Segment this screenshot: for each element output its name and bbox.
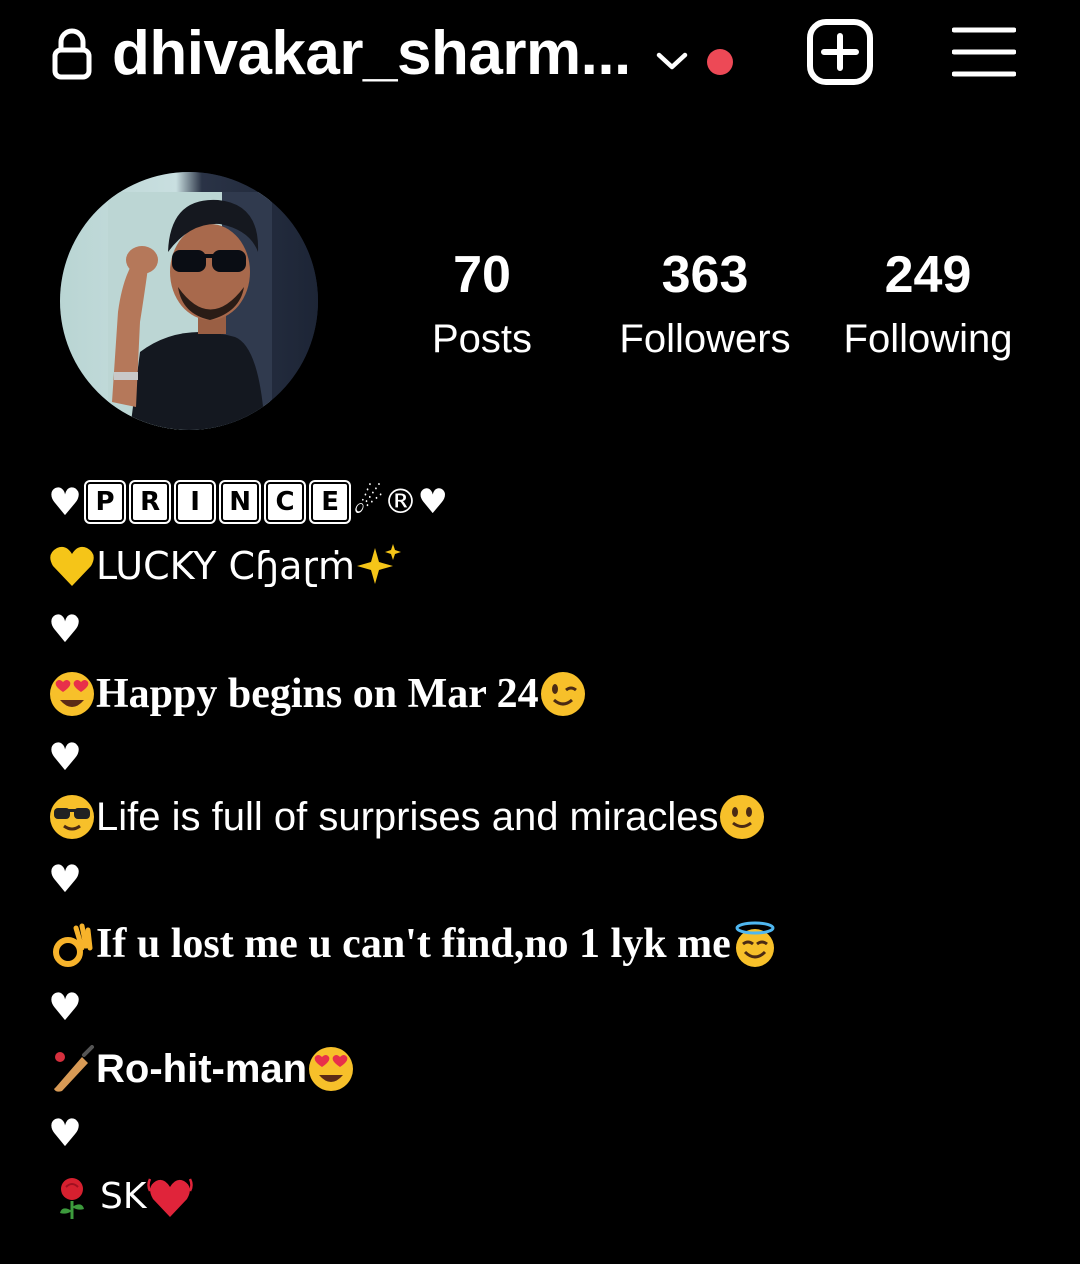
lock-icon: [52, 28, 92, 80]
heart-glyph: ♥: [48, 1111, 83, 1155]
posts-count[interactable]: 70 Posts: [382, 240, 582, 368]
winking-emoji-icon: [540, 672, 585, 716]
bio-line-lost: If u lost me u can't find,no 1 lyk me: [48, 910, 1048, 978]
bio-line-life: Life is full of surprises and miracles: [48, 786, 1048, 848]
heart-glyph: ♥: [48, 857, 83, 901]
posts-value: 70: [453, 246, 511, 304]
bio-line-heart: ♥: [48, 848, 1048, 910]
bio-prefix: ♥: [48, 480, 83, 524]
bio-line-rohitman: Ro-hit-man: [48, 1036, 1048, 1102]
sunglasses-emoji-icon: [50, 795, 94, 839]
boxed-letter: P: [86, 482, 125, 522]
heart-glyph: ♥: [48, 735, 83, 779]
bio-suffix: ☄®♥: [353, 482, 449, 522]
followers-label: Followers: [619, 317, 791, 361]
bio-line-happy: Happy begins on Mar 24: [48, 660, 1048, 728]
bio: ♥ P R I N C E ☄®♥ LUCKY Cɧaɽṁ ♥ Happy be…: [48, 470, 1048, 1230]
ok-hand-icon: [53, 923, 93, 967]
yellow-heart-icon: [50, 546, 94, 586]
boxed-letter: N: [221, 482, 260, 522]
bio-line-heart: ♥: [48, 728, 1048, 786]
boxed-letters: P R I N C E: [84, 482, 351, 522]
boxed-letter: I: [176, 482, 215, 522]
posts-label: Posts: [431, 317, 533, 361]
heart-eyes-emoji-icon: [309, 1047, 354, 1091]
avatar[interactable]: [60, 172, 318, 430]
heart-glyph: ♥: [48, 607, 83, 651]
bio-lost-text: If u lost me u can't find,no 1 lyk me: [96, 921, 731, 967]
sparkles-icon: [357, 544, 402, 584]
bio-rohitman-text: Ro-hit-man: [96, 1047, 308, 1091]
notification-dot: [707, 49, 733, 75]
followers-count[interactable]: 363 Followers: [605, 240, 805, 368]
followers-value: 363: [661, 246, 749, 304]
plus-square-icon[interactable]: [806, 18, 874, 86]
following-count[interactable]: 249 Following: [828, 240, 1028, 368]
following-label: Following: [843, 317, 1013, 361]
cricket-bat-icon: [54, 1045, 94, 1092]
boxed-letter: E: [311, 482, 350, 522]
bio-happy-text: Happy begins on Mar 24: [96, 671, 539, 717]
beating-heart-icon: [147, 1178, 194, 1217]
bio-line-heart: ♥: [48, 978, 1048, 1036]
rose-icon: [60, 1178, 84, 1219]
heart-glyph: ♥: [48, 985, 83, 1029]
bio-line-heart: ♥: [48, 1102, 1048, 1164]
halo-emoji-icon: [735, 921, 775, 967]
profile-photo: [60, 172, 318, 430]
boxed-letter: R: [131, 482, 170, 522]
bio-lucky-text: LUCKY Cɧaɽṁ: [96, 544, 356, 588]
bio-line-sk: SK: [48, 1164, 1048, 1230]
hamburger-menu-icon[interactable]: [952, 26, 1016, 78]
heart-eyes-emoji-icon: [50, 672, 94, 716]
chevron-down-icon[interactable]: [654, 48, 690, 74]
following-value: 249: [884, 246, 972, 304]
bio-line-heart: ♥: [48, 598, 1048, 660]
bio-sk-text: SK: [100, 1176, 147, 1217]
bio-life-text: Life is full of surprises and miracles: [96, 795, 719, 839]
boxed-letter: C: [266, 482, 305, 522]
top-bar: dhivakar_sharm...: [0, 0, 1080, 110]
username-switcher[interactable]: dhivakar_sharm...: [112, 12, 631, 96]
bio-line-lucky: LUCKY Cɧaɽṁ: [48, 534, 1048, 598]
slightly-smiling-emoji-icon: [720, 795, 765, 839]
bio-line-prince: ♥ P R I N C E ☄®♥: [48, 470, 1048, 534]
